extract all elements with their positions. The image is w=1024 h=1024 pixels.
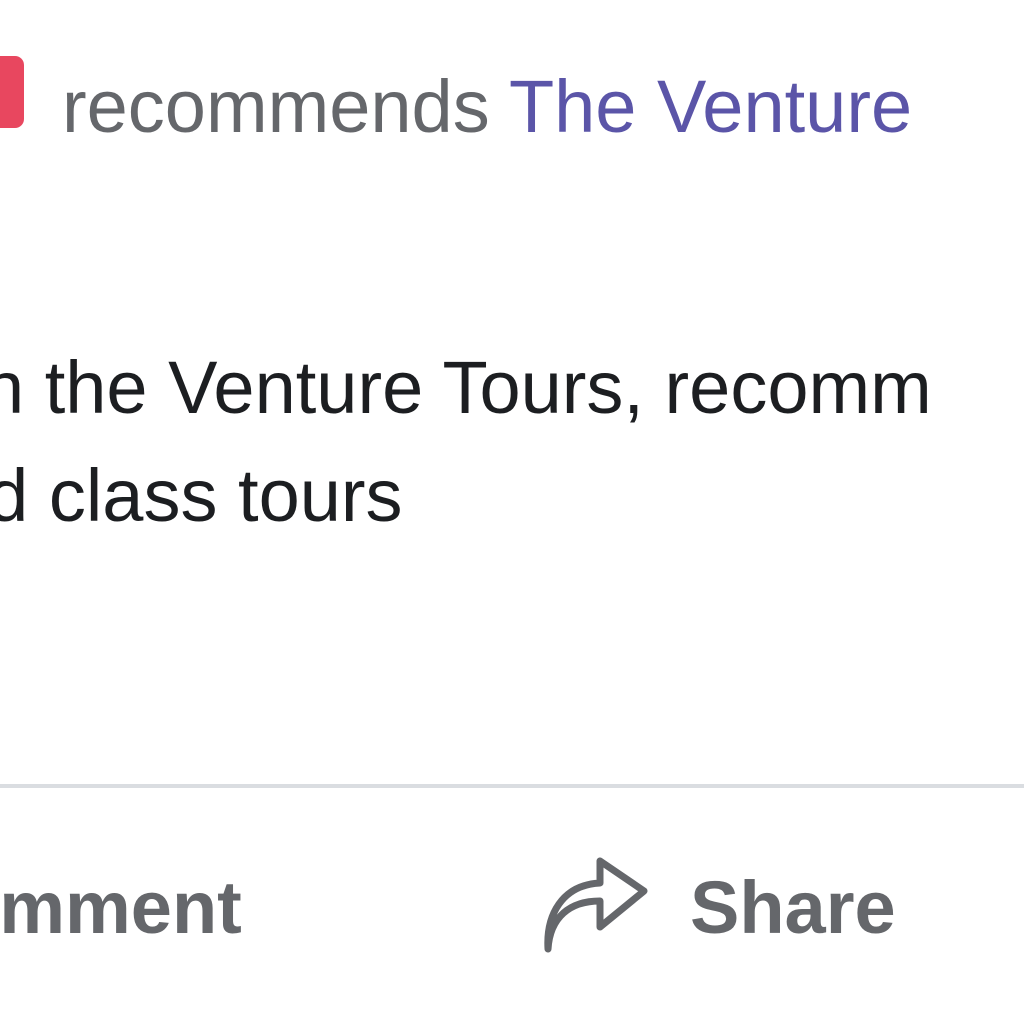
share-button[interactable]: Share (540, 852, 896, 962)
recommendation-icon (0, 56, 24, 128)
post-body-line: nd class tours (0, 454, 403, 537)
divider (0, 784, 1024, 788)
header-verb: recommends (62, 65, 490, 148)
post-header: recommends The Venture (62, 62, 912, 152)
share-label: Share (690, 865, 896, 949)
share-arrow-icon (540, 857, 652, 957)
comment-button[interactable]: omment (0, 852, 242, 962)
post-body-line: ith the Venture Tours, recomm (0, 346, 932, 429)
post-body: ith the Venture Tours, recomm nd class t… (0, 334, 1024, 550)
post-card: recommends The Venture ith the Venture T… (0, 0, 1024, 1024)
comment-label: omment (0, 865, 242, 949)
page-name-link[interactable]: The Venture (509, 65, 912, 148)
